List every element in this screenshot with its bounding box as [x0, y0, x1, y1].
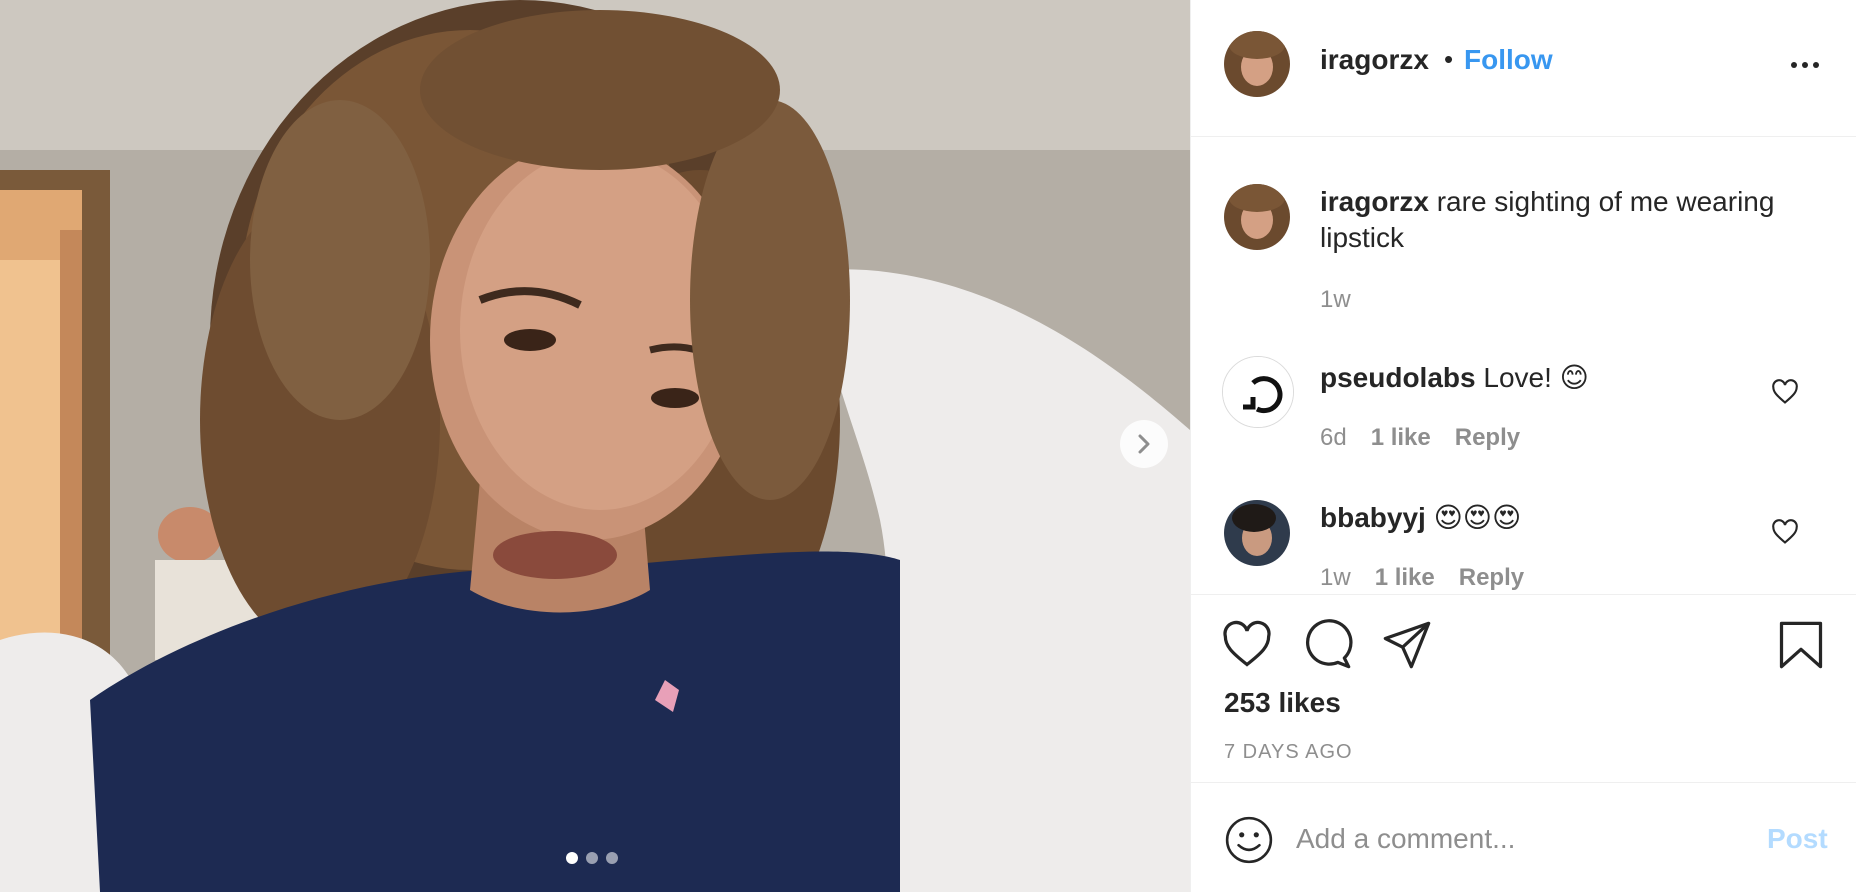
- heart-icon[interactable]: [1221, 619, 1273, 671]
- carousel-dot: [566, 852, 578, 864]
- follow-button[interactable]: Follow: [1464, 44, 1553, 76]
- caption-time: 1w: [1320, 286, 1351, 313]
- avatar[interactable]: [1224, 31, 1290, 97]
- comment: pseudolabs Love! 😊: [1320, 360, 1820, 396]
- comment-meta: 6d 1 like Reply: [1320, 424, 1520, 452]
- avatar[interactable]: [1224, 184, 1290, 250]
- carousel-dot: [606, 852, 618, 864]
- comment-meta: 1w 1 like Reply: [1320, 564, 1524, 592]
- bookmark-icon[interactable]: [1775, 619, 1827, 671]
- post-time[interactable]: 7 DAYS AGO: [1224, 741, 1353, 764]
- username[interactable]: iragorzx: [1320, 44, 1429, 76]
- comment: bbabyyj 😍😍😍: [1320, 500, 1820, 536]
- reply-button[interactable]: Reply: [1459, 564, 1524, 592]
- comment-likes[interactable]: 1 like: [1371, 424, 1431, 452]
- comments-list[interactable]: iragorzx rare sighting of me wearing lip…: [1191, 138, 1856, 594]
- selfie-photo: [0, 0, 1190, 892]
- post-panel: iragorzx • Follow iragorzx rare sighting…: [1190, 0, 1856, 892]
- post-header: iragorzx • Follow: [1191, 0, 1856, 137]
- heart-icon[interactable]: [1771, 378, 1799, 406]
- comment-likes[interactable]: 1 like: [1375, 564, 1435, 592]
- next-photo-button[interactable]: [1120, 420, 1168, 468]
- caption-username[interactable]: iragorzx: [1320, 186, 1429, 217]
- comment-username[interactable]: bbabyyj: [1320, 502, 1426, 533]
- post-photo[interactable]: [0, 0, 1190, 892]
- reply-button[interactable]: Reply: [1455, 424, 1520, 452]
- heart-icon[interactable]: [1771, 518, 1799, 546]
- avatar[interactable]: [1222, 356, 1294, 428]
- comment-input[interactable]: [1296, 813, 1736, 865]
- add-comment-bar: Post: [1191, 782, 1856, 892]
- chevron-right-icon: [1138, 434, 1150, 454]
- comment-text: 😍😍😍: [1433, 502, 1522, 533]
- comment-username[interactable]: pseudolabs: [1320, 362, 1476, 393]
- comment-time: 6d: [1320, 424, 1347, 451]
- paper-plane-icon[interactable]: [1381, 619, 1433, 671]
- carousel-indicator: [566, 852, 618, 864]
- likes-count[interactable]: 253 likes: [1224, 687, 1341, 719]
- avatar[interactable]: [1224, 500, 1290, 566]
- comment-text: Love! 😊: [1483, 362, 1589, 393]
- caption: iragorzx rare sighting of me wearing lip…: [1320, 184, 1820, 256]
- smiley-icon[interactable]: [1224, 815, 1274, 865]
- post-actions: 253 likes 7 DAYS AGO: [1191, 594, 1856, 784]
- caption-meta: 1w: [1320, 286, 1351, 314]
- comment-time: 1w: [1320, 564, 1351, 591]
- carousel-dot: [586, 852, 598, 864]
- separator-dot: •: [1444, 44, 1454, 74]
- more-options-icon[interactable]: [1785, 50, 1825, 80]
- comment-icon[interactable]: [1301, 619, 1353, 671]
- post-button[interactable]: Post: [1767, 823, 1828, 855]
